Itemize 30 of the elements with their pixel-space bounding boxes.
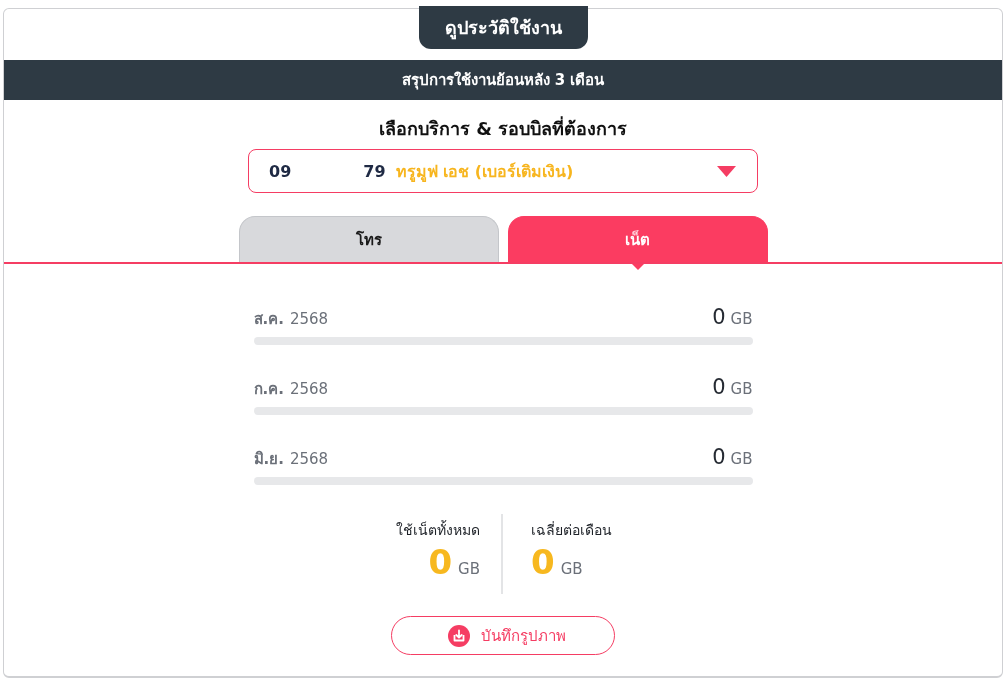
caret-icon: [717, 165, 736, 177]
tab[interactable]: เน็ต: [507, 216, 768, 262]
total-label: ใช้เน็ตทั้งหมด: [396, 520, 480, 540]
month-label: มิ.ย.: [253, 449, 284, 470]
phone-number-start: 09: [269, 161, 292, 181]
usage-amount: 0: [712, 445, 726, 469]
download-icon: [448, 624, 470, 647]
service-dropdown[interactable]: 09 79 ทรูมูฟ เอช (เบอร์เติมเงิน): [248, 149, 758, 193]
total-unit: GB: [560, 560, 583, 578]
summary-bar: สรุปการใช้งานย้อนหลัง 3 เดือน: [4, 60, 1002, 100]
usage-amount: 0: [712, 375, 726, 399]
total-unit: GB: [458, 560, 480, 578]
total-value: 0: [531, 542, 555, 582]
month-label: ก.ค.: [253, 379, 284, 400]
save-image-button[interactable]: บันทึกรูปภาพ: [391, 616, 615, 655]
total-value: 0: [428, 542, 453, 582]
usage-unit: GB: [730, 380, 753, 398]
page-title: ดูประวัติใช้งาน: [418, 6, 588, 49]
usage-unit: GB: [730, 310, 753, 328]
package-name: ทรูมูฟ เอช (เบอร์เติมเงิน): [395, 160, 574, 184]
year-label: 2568: [289, 380, 329, 398]
year-label: 2568: [289, 310, 329, 328]
tab[interactable]: โทร: [238, 216, 499, 262]
year-label: 2568: [289, 450, 329, 468]
phone-number-end: 79: [363, 161, 386, 181]
total-label: เฉลี่ยต่อเดือน: [531, 520, 612, 540]
month-label: ส.ค.: [253, 309, 284, 330]
usage-amount: 0: [712, 305, 726, 329]
usage-unit: GB: [730, 450, 753, 468]
section-heading: เลือกบริการ & รอบบิลที่ต้องการ: [378, 117, 628, 141]
